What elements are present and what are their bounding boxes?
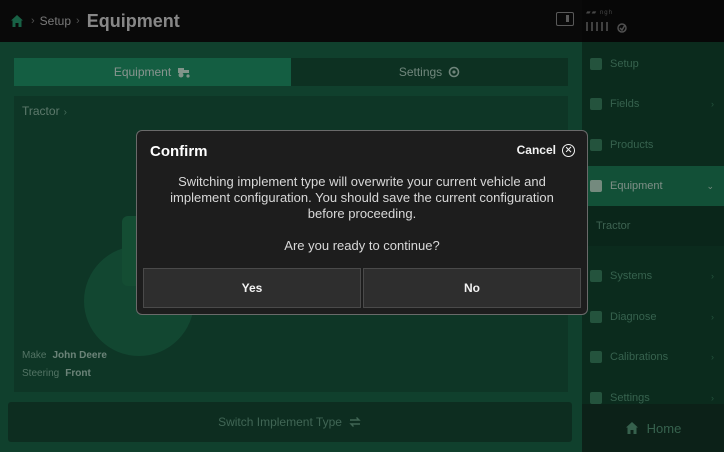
yes-button[interactable]: Yes <box>143 268 361 308</box>
no-button[interactable]: No <box>363 268 581 308</box>
dialog-message: Switching implement type will overwrite … <box>170 174 554 221</box>
close-icon <box>562 143 575 157</box>
app-window: › Setup › Equipment Equipment Settings T… <box>0 0 724 452</box>
cancel-button[interactable]: Cancel <box>517 143 575 157</box>
dialog-title: Confirm <box>150 143 208 160</box>
cancel-label: Cancel <box>516 143 556 157</box>
confirm-dialog: Confirm Cancel Switching implement type … <box>136 130 588 315</box>
dialog-question: Are you ready to continue? <box>284 238 440 253</box>
dialog-buttons: Yes No <box>143 268 581 308</box>
